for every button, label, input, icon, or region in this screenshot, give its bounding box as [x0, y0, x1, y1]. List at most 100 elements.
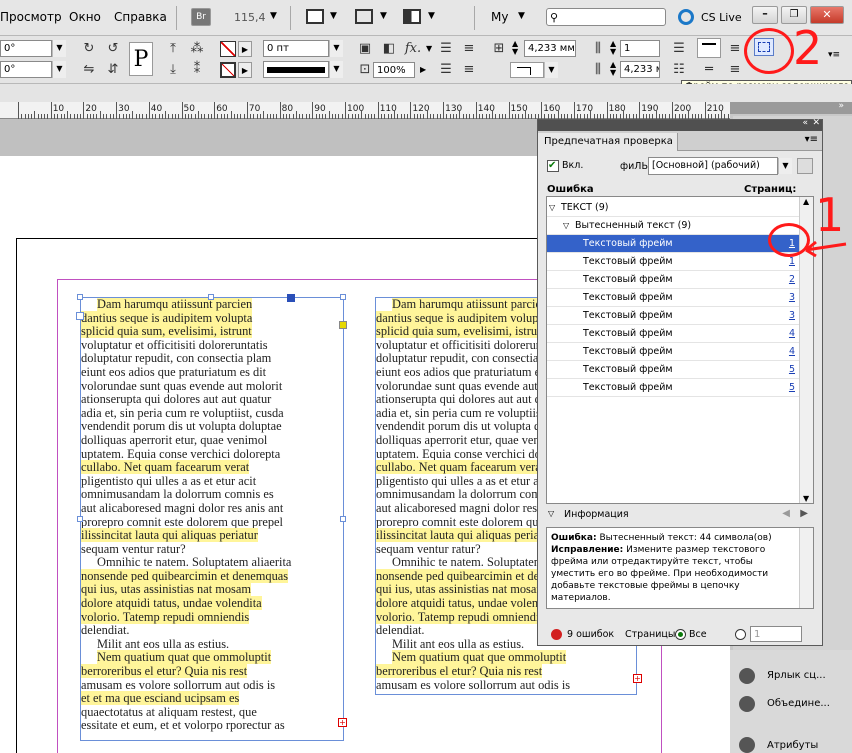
enable-checkbox[interactable]: ✔ — [547, 160, 559, 172]
in-port-icon[interactable] — [76, 312, 84, 320]
info-header[interactable]: ▽ Информация ◀ ▶ — [546, 508, 814, 524]
overset-text-icon[interactable]: + — [338, 718, 347, 727]
corner-shape-field[interactable] — [510, 62, 544, 78]
stepper-icon[interactable]: ▲ ▼ — [512, 40, 518, 56]
page-range-field[interactable]: 1 — [750, 626, 802, 642]
selection-handle[interactable] — [77, 294, 83, 300]
stepper-icon[interactable]: ▲ ▼ — [610, 40, 616, 56]
fit-frame-proportional-icon[interactable]: ≡ — [726, 40, 744, 58]
selection-handle[interactable] — [340, 294, 346, 300]
dock-item-label[interactable]: Объедине... — [767, 698, 830, 709]
cs-live-icon[interactable] — [678, 9, 694, 25]
collapse-icon[interactable]: « — [802, 118, 808, 128]
chevron-right-icon[interactable]: ▶ — [420, 65, 426, 74]
stepper-icon[interactable]: ▲ ▼ — [610, 61, 616, 77]
text-frame-left[interactable]: Dam harumqu atiissunt parcien dantius seq… — [80, 297, 344, 741]
panel-menu-icon[interactable]: ▾≡ — [828, 50, 840, 60]
fill-swatch-icon[interactable] — [220, 41, 236, 57]
chevron-down-icon[interactable]: ▼ — [329, 40, 343, 57]
align-justify-icon[interactable]: ≡ — [460, 61, 478, 79]
select-container-icon[interactable]: ⤒ — [164, 40, 182, 58]
close-icon[interactable]: ✕ — [812, 118, 820, 128]
error-row[interactable]: Текстовый фрейм 2 — [547, 271, 799, 289]
vertical-justify-top-icon[interactable] — [697, 38, 721, 58]
workspace-switcher[interactable]: My — [491, 10, 508, 24]
search-input[interactable]: ⚲ — [546, 8, 666, 26]
stroke-type-field[interactable] — [263, 61, 329, 78]
dock-item-label[interactable]: Атрибуты — [767, 740, 818, 751]
inset-width-field[interactable]: 4,233 мм — [524, 40, 576, 57]
profile-select[interactable]: [Основной] (рабочий) — [648, 157, 778, 175]
minimize-button[interactable]: – — [752, 6, 778, 24]
expand-icon[interactable]: ▽ — [549, 199, 555, 217]
page-range-radio[interactable] — [735, 629, 746, 640]
error-row[interactable]: Текстовый фрейм 1 — [547, 253, 799, 271]
previous-icon[interactable]: ◀ — [782, 508, 790, 519]
selection-handle[interactable] — [208, 294, 214, 300]
error-row[interactable]: Текстовый фрейм 3 — [547, 289, 799, 307]
chevron-down-icon[interactable]: ▼ — [52, 40, 66, 57]
arrange-documents-icon[interactable] — [403, 9, 421, 24]
scroll-up-icon[interactable]: ▲ — [803, 197, 809, 206]
error-page-link[interactable]: 2 — [789, 271, 795, 289]
overset-text-icon[interactable]: + — [633, 674, 642, 683]
expand-icon[interactable]: ▽ — [563, 217, 569, 235]
align-center-icon[interactable]: ≡ — [460, 40, 478, 58]
bridge-button[interactable]: Br — [191, 8, 211, 26]
fill-frame-icon[interactable]: ≡ — [726, 61, 744, 79]
info-scrollbar[interactable] — [799, 528, 813, 608]
error-page-link[interactable]: 4 — [789, 343, 795, 361]
panel-titlebar[interactable]: « ✕ — [538, 118, 822, 131]
workspace-dropdown-icon[interactable]: ▼ — [518, 11, 525, 21]
error-page-link[interactable]: 3 — [789, 307, 795, 325]
shear-angle-field[interactable]: 0° — [0, 61, 52, 78]
menu-window[interactable]: Окно — [69, 10, 101, 24]
selection-handle[interactable] — [77, 516, 83, 522]
expand-icon[interactable]: ▽ — [548, 509, 554, 518]
chevron-down-icon[interactable]: ▼ — [330, 11, 337, 21]
select-next-icon[interactable]: ⁑ — [188, 61, 206, 79]
gutter-field[interactable]: 4,233 мі — [620, 61, 660, 78]
rotation-angle-field[interactable]: 0° — [0, 40, 52, 57]
chevron-down-icon[interactable]: ▼ — [778, 158, 792, 174]
effects-fx-icon[interactable]: fx. — [404, 40, 422, 58]
cs-live-label[interactable]: CS Live — [701, 11, 742, 24]
vertical-justify-icon[interactable]: ═ — [700, 61, 718, 79]
chevron-right-icon[interactable]: ▶ — [238, 62, 252, 78]
stroke-swatch-icon[interactable] — [220, 62, 236, 78]
chevron-down-icon[interactable]: ▼ — [52, 61, 66, 78]
columns-field[interactable]: 1 — [620, 40, 660, 57]
error-page-link[interactable]: 4 — [789, 325, 795, 343]
text-wrap-icon[interactable]: ☰ — [670, 40, 688, 58]
select-content-icon[interactable]: ⁂ — [188, 40, 206, 58]
chevron-right-icon[interactable]: ▶ — [238, 41, 252, 57]
subgroup-row[interactable]: ▽ Вытесненный текст (9) — [547, 217, 799, 235]
stroke-weight-field[interactable]: 0 пт — [263, 40, 329, 57]
error-page-link[interactable]: 5 — [789, 379, 795, 397]
shadow-icon[interactable]: ◧ — [380, 40, 398, 58]
profile-settings-icon[interactable] — [797, 158, 813, 174]
flip-vertical-icon[interactable]: ⇵ — [104, 61, 122, 79]
corner-options-icon[interactable] — [339, 321, 347, 329]
content-grabber-icon[interactable] — [287, 294, 295, 302]
align-bottom-icon[interactable]: ☰ — [437, 61, 455, 79]
error-row[interactable]: Текстовый фрейм 5 — [547, 361, 799, 379]
error-row[interactable]: Текстовый фрейм 1 — [547, 235, 799, 253]
chevron-down-icon[interactable]: ▼ — [329, 61, 343, 78]
chevron-down-icon[interactable]: ▼ — [380, 11, 387, 21]
next-icon[interactable]: ▶ — [800, 508, 808, 519]
zoom-dropdown-icon[interactable]: ▼ — [270, 11, 277, 21]
rotate-cw-icon[interactable]: ↻ — [80, 40, 98, 58]
menu-view[interactable]: Просмотр — [0, 10, 62, 24]
error-page-link[interactable]: 3 — [789, 289, 795, 307]
zoom-level[interactable]: 115,4 — [234, 11, 266, 24]
reference-point-p[interactable]: P — [129, 42, 153, 76]
group-text-row[interactable]: ▽ ТЕКСТ (9) — [547, 199, 799, 217]
chevron-down-icon[interactable]: ▼ — [428, 11, 435, 21]
error-row[interactable]: Текстовый фрейм 5 — [547, 379, 799, 397]
chevron-down-icon[interactable]: ▼ — [426, 44, 432, 53]
chevron-down-icon[interactable]: ▼ — [544, 62, 558, 78]
selection-handle[interactable] — [340, 516, 346, 522]
drop-shadow-icon[interactable]: ▣ — [356, 40, 374, 58]
align-top-icon[interactable]: ☰ — [437, 40, 455, 58]
